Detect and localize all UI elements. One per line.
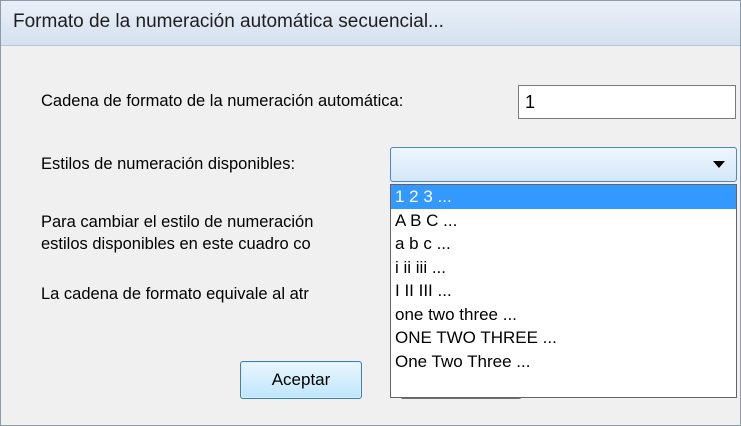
dropdown-option[interactable]: ONE TWO THREE ... [391, 326, 736, 350]
title-bar[interactable]: Formato de la numeración automática secu… [1, 1, 740, 46]
info-text-line-3: La cadena de formato equivale al atr [41, 285, 309, 303]
dialog-title: Formato de la numeración automática secu… [13, 11, 444, 32]
numbering-styles-select[interactable] [390, 147, 737, 182]
info-text-line-1: Para cambiar el estilo de numeración [41, 213, 314, 231]
chevron-down-icon[interactable] [713, 161, 725, 168]
dropdown-option[interactable]: a b c ... [391, 232, 736, 256]
dropdown-option[interactable]: One Two Three ... [391, 350, 736, 374]
dropdown-option[interactable]: i ii iii ... [391, 256, 736, 280]
numbering-format-dialog: Formato de la numeración automática secu… [0, 0, 741, 426]
numbering-styles-dropdown-list[interactable]: 1 2 3 ... A B C ... a b c ... i ii iii .… [390, 184, 737, 398]
accept-button[interactable]: Aceptar [240, 361, 362, 399]
dropdown-option[interactable]: one two three ... [391, 303, 736, 327]
format-string-label: Cadena de formato de la numeración autom… [41, 92, 404, 110]
numbering-styles-label: Estilos de numeración disponibles: [41, 155, 296, 173]
info-text-line-2: estilos disponibles en este cuadro co [41, 235, 311, 253]
dropdown-option[interactable]: 1 2 3 ... [391, 185, 736, 209]
format-string-input[interactable] [518, 85, 736, 119]
dropdown-option[interactable]: I II III ... [391, 279, 736, 303]
dropdown-option[interactable]: A B C ... [391, 209, 736, 233]
